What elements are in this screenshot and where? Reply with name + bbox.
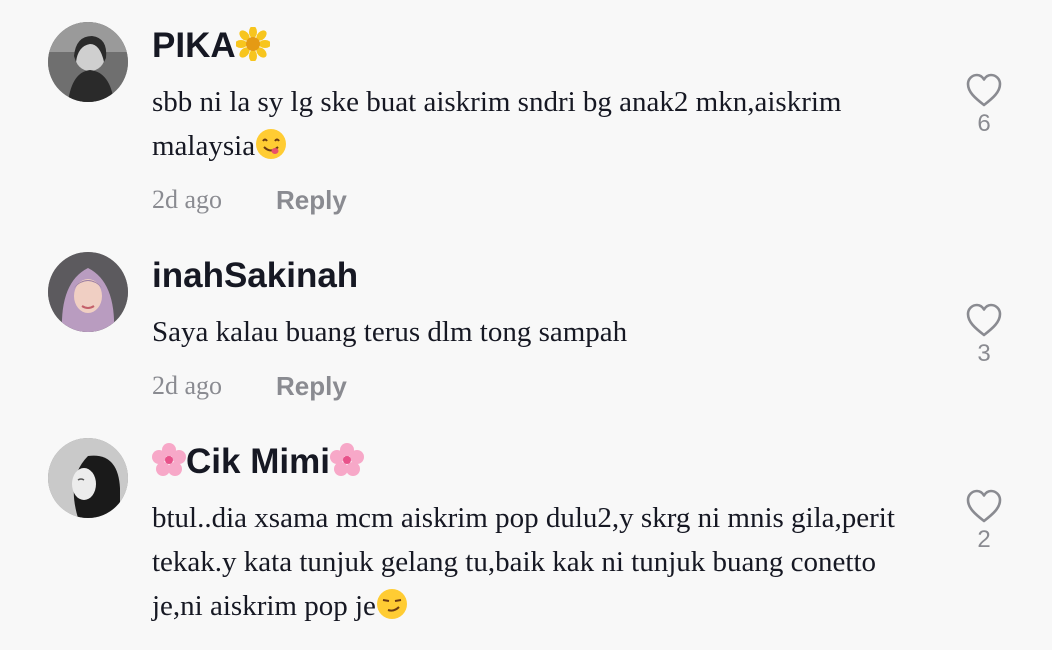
avatar[interactable] xyxy=(48,252,128,332)
username-text: inahSakinah xyxy=(152,256,359,295)
avatar[interactable] xyxy=(48,438,128,518)
comment-meta: 2d ago Reply xyxy=(152,182,347,218)
heart-icon xyxy=(966,303,1002,337)
comment-text: sbb ni la sy lg ske buat aiskrim sndri b… xyxy=(152,80,932,168)
heart-icon xyxy=(966,489,1002,523)
yum-face-icon xyxy=(256,129,287,159)
timestamp: 2d ago xyxy=(152,371,223,400)
reply-button[interactable]: Reply xyxy=(276,185,347,216)
username[interactable]: inahSakinah xyxy=(152,256,358,296)
like-count: 6 xyxy=(977,110,991,137)
avatar[interactable] xyxy=(48,22,128,102)
heart-icon xyxy=(966,73,1002,107)
like-button[interactable]: 6 xyxy=(960,72,1008,138)
like-button[interactable]: 2 xyxy=(960,488,1008,554)
username[interactable]: PIKA xyxy=(152,26,270,66)
comment-text-content: Saya kalau buang terus dlm tong sampah xyxy=(152,316,628,348)
sunflower-icon xyxy=(235,27,270,61)
like-count: 2 xyxy=(977,526,991,553)
comment-text: Saya kalau buang terus dlm tong sampah xyxy=(152,310,932,354)
username-text: Cik Mimi xyxy=(186,442,330,481)
reply-button[interactable]: Reply xyxy=(276,371,347,402)
comment-text-content: btul..dia xsama mcm aiskrim pop dulu2,y … xyxy=(152,502,895,622)
cherry-blossom-icon xyxy=(329,443,364,476)
username-text: PIKA xyxy=(152,26,236,65)
like-count: 3 xyxy=(977,340,991,367)
smirk-face-icon xyxy=(376,589,407,619)
username[interactable]: Cik Mimi xyxy=(152,442,364,482)
comment-text: btul..dia xsama mcm aiskrim pop dulu2,y … xyxy=(152,496,932,628)
like-button[interactable]: 3 xyxy=(960,302,1008,368)
comment-meta: 2d ago Reply xyxy=(152,368,347,404)
timestamp: 2d ago xyxy=(152,185,223,214)
cherry-blossom-icon xyxy=(152,443,186,476)
